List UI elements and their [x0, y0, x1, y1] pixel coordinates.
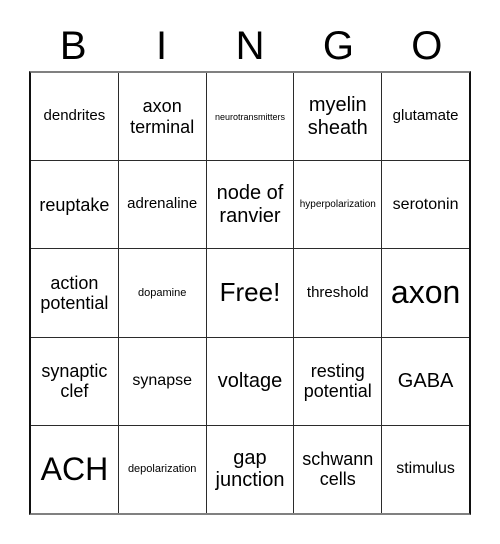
bingo-cell-label: resting potential	[303, 361, 372, 402]
bingo-row: action potential dopamine Free! threshol…	[31, 249, 469, 338]
bingo-cell[interactable]: glutamate	[382, 73, 469, 160]
bingo-cell-label: action potential	[40, 272, 109, 313]
bingo-cell-label: neurotransmitters	[214, 111, 285, 122]
bingo-cell[interactable]: voltage	[207, 337, 295, 425]
bingo-cell-label: synaptic clef	[41, 361, 108, 402]
bingo-cell[interactable]: axon	[382, 249, 469, 336]
bingo-cell-label: stimulus	[396, 460, 455, 478]
bingo-cell-label: ACH	[40, 450, 109, 487]
bingo-cell[interactable]: synapse	[119, 337, 207, 425]
bingo-cell[interactable]: synaptic clef	[31, 337, 119, 425]
bingo-cell[interactable]: myelin sheath	[294, 73, 383, 161]
bingo-cell-label: node of ranvier	[216, 182, 284, 227]
bingo-cell[interactable]: schwann cells	[294, 425, 383, 514]
bingo-cell[interactable]: axon terminal	[119, 73, 207, 161]
bingo-cell[interactable]: reuptake	[31, 161, 119, 249]
bingo-cell-label: glutamate	[392, 107, 459, 125]
bingo-cell[interactable]: ACH	[31, 425, 119, 514]
bingo-cell-label: threshold	[306, 283, 369, 301]
bingo-header-letter-n: N	[235, 24, 265, 68]
bingo-cell-label: GABA	[397, 370, 454, 393]
bingo-cell-label: depolarization	[127, 463, 197, 476]
bingo-cell[interactable]: resting potential	[294, 337, 383, 425]
bingo-cell[interactable]: stimulus	[382, 426, 469, 513]
bingo-header-row: B I N G O	[29, 22, 471, 70]
bingo-cell[interactable]: dopamine	[119, 249, 207, 337]
bingo-cell[interactable]: threshold	[294, 249, 383, 337]
bingo-cell[interactable]: hyperpolarization	[294, 161, 383, 249]
bingo-cell-label: hyperpolarization	[299, 199, 376, 211]
bingo-row: dendrites axon terminal neurotransmitter…	[31, 73, 469, 162]
bingo-cell-label: voltage	[217, 370, 283, 393]
bingo-cell-free[interactable]: Free!	[207, 249, 295, 337]
bingo-grid: dendrites axon terminal neurotransmitter…	[29, 71, 471, 515]
bingo-cell-label: reuptake	[39, 194, 110, 215]
bingo-cell-label: gap junction	[215, 447, 285, 492]
bingo-row: synaptic clef synapse voltage resting po…	[31, 337, 469, 426]
bingo-cell-label: adrenaline	[127, 195, 198, 213]
bingo-cell[interactable]: depolarization	[119, 425, 207, 514]
bingo-cell[interactable]: neurotransmitters	[207, 73, 295, 161]
bingo-cell-label: schwann cells	[302, 449, 374, 490]
bingo-cell[interactable]: gap junction	[207, 425, 295, 514]
bingo-cell-label: Free!	[219, 277, 281, 308]
bingo-header-letter-o: O	[411, 24, 443, 68]
bingo-cell[interactable]: action potential	[31, 249, 119, 337]
bingo-cell[interactable]: adrenaline	[119, 161, 207, 249]
bingo-cell-label: axon terminal	[130, 96, 195, 137]
bingo-header-letter-g: G	[322, 24, 354, 68]
bingo-cell-label: myelin sheath	[307, 94, 368, 139]
bingo-cell-label: dendrites	[43, 107, 106, 125]
bingo-cell[interactable]: GABA	[382, 338, 469, 425]
bingo-row: reuptake adrenaline node of ranvier hype…	[31, 161, 469, 250]
bingo-cell[interactable]: dendrites	[31, 73, 119, 161]
bingo-header-letter-i: I	[156, 24, 168, 68]
bingo-cell-label: synapse	[132, 372, 192, 390]
bingo-cell-label: axon	[390, 274, 461, 311]
bingo-header-letter-b: B	[59, 24, 87, 68]
bingo-row: ACH depolarization gap junction schwann …	[31, 425, 469, 514]
bingo-cell-label: dopamine	[138, 286, 187, 299]
bingo-cell-label: serotonin	[392, 195, 459, 213]
bingo-cell[interactable]: serotonin	[382, 161, 469, 248]
bingo-cell[interactable]: node of ranvier	[207, 161, 295, 249]
bingo-card: B I N G O dendrites axon terminal neurot…	[0, 0, 500, 544]
